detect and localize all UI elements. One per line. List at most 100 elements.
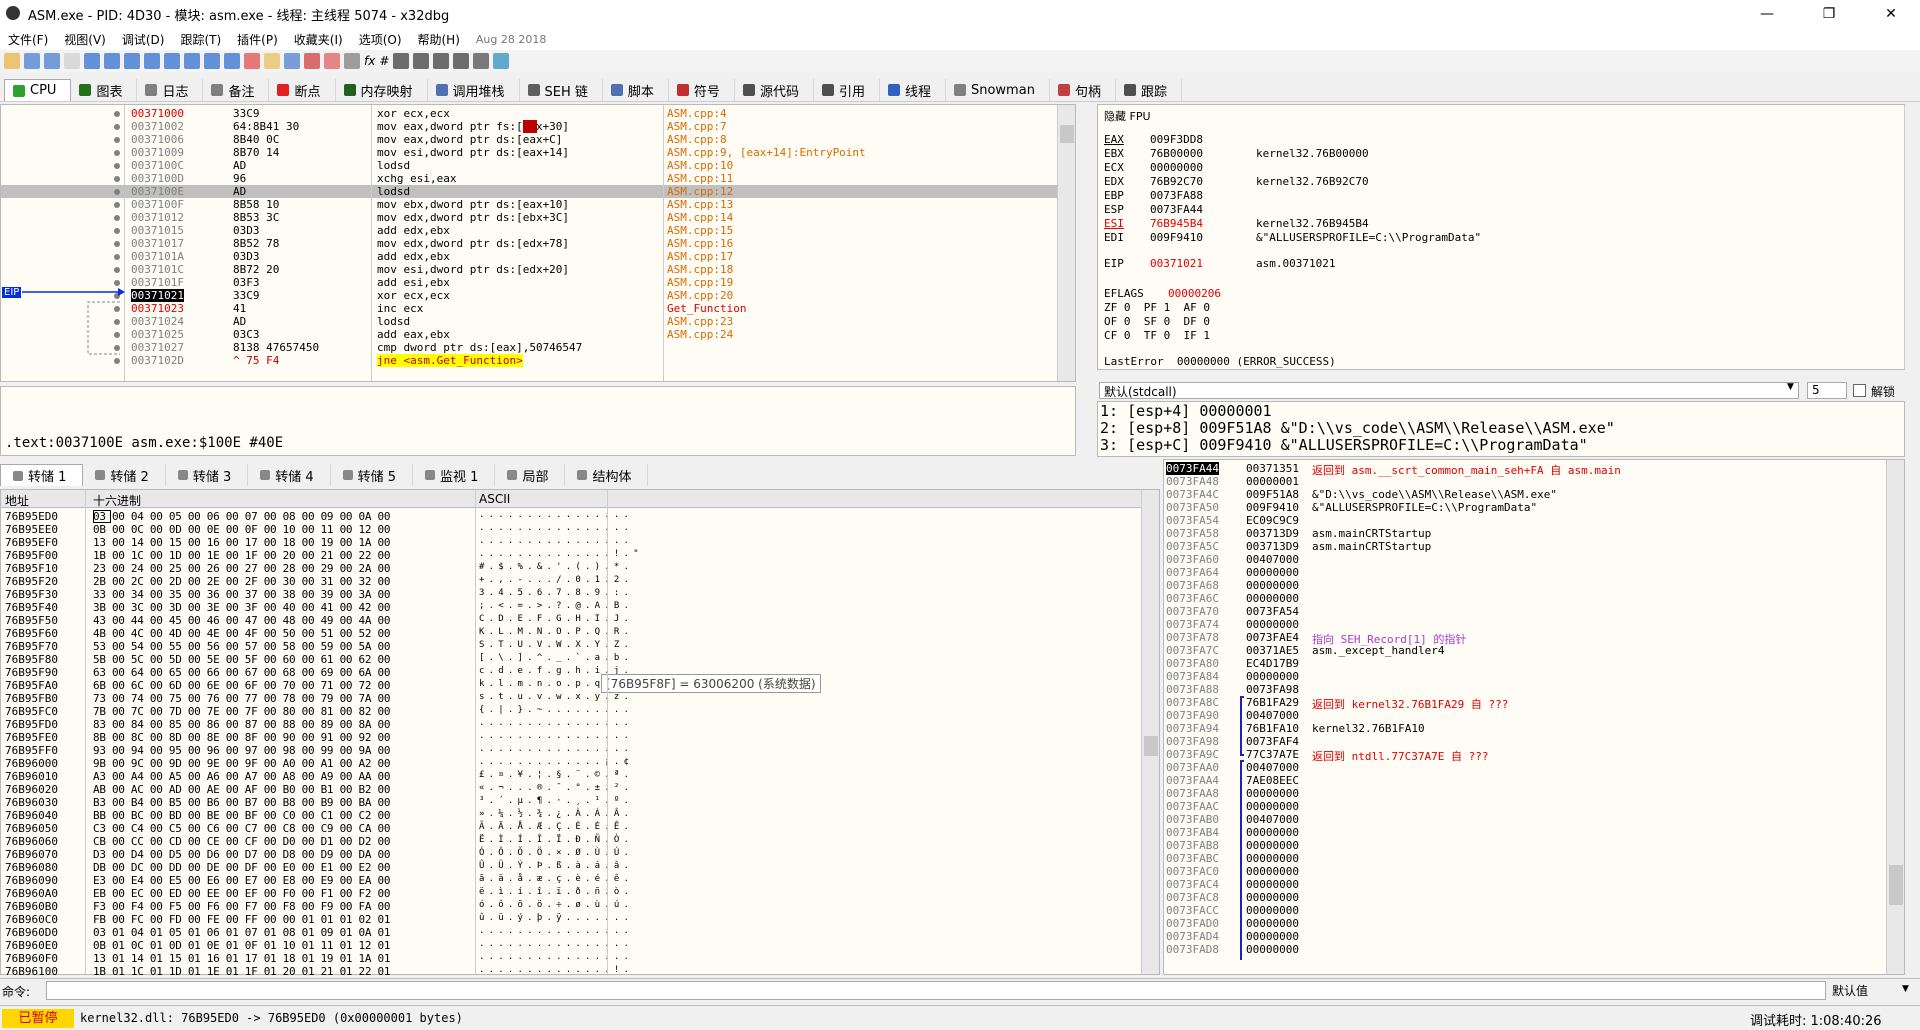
register-name[interactable]: EBP xyxy=(1104,189,1124,202)
stack-address[interactable]: 0073FAD0 xyxy=(1166,917,1219,930)
dump-ascii[interactable]: . . . . . . . . . . . . . . . . xyxy=(479,523,629,536)
stack-value[interactable]: 00407000 xyxy=(1246,813,1299,826)
dump-hex[interactable]: 43 00 44 00 45 00 46 00 47 00 48 00 49 0… xyxy=(93,614,390,627)
stack-address[interactable]: 0073FA74 xyxy=(1166,618,1219,631)
tab-threads[interactable]: 线程 xyxy=(880,79,946,101)
register-value[interactable]: 009F9410 xyxy=(1150,231,1203,244)
dump-hex[interactable]: 5B 00 5C 00 5D 00 5E 00 5F 00 60 00 61 0… xyxy=(93,653,390,666)
register-value[interactable]: 0073FA44 xyxy=(1150,203,1203,216)
dump-ascii[interactable]: Ó . Ô . Õ . Ö . × . Ø . Ù . Ú . xyxy=(479,848,629,861)
disassembly-scroll-thumb[interactable] xyxy=(1060,125,1074,143)
dump-address[interactable]: 76B95EE0 xyxy=(5,523,58,536)
tab-dump-5[interactable]: 转储 5 xyxy=(331,464,414,486)
breakpoint-bullet-icon[interactable] xyxy=(114,254,120,260)
stack-address[interactable]: 0073FAAC xyxy=(1166,800,1219,813)
disasm-row[interactable]: 00371009 8B70 14 mov esi,dword ptr ds:[eax… xyxy=(1,146,1057,159)
breakpoint-bullet-icon[interactable] xyxy=(114,111,120,117)
stack-address[interactable]: 0073FA4C xyxy=(1166,488,1219,501)
stack-address[interactable]: 0073FA58 xyxy=(1166,527,1219,540)
stack-address[interactable]: 0073FAC8 xyxy=(1166,891,1219,904)
registers-scrollbar[interactable] xyxy=(1904,105,1905,369)
dump-address[interactable]: 76B95F90 xyxy=(5,666,58,679)
dump-ascii[interactable]: K . L . M . N . O . P . Q . R . xyxy=(479,627,629,640)
register-value[interactable]: 00000206 xyxy=(1168,287,1221,300)
dump-scrollbar[interactable] xyxy=(1141,490,1159,974)
dump-hex[interactable]: B3 00 B4 00 B5 00 B6 00 B7 00 B8 00 B9 0… xyxy=(93,796,390,809)
toolbar-button-icon[interactable] xyxy=(244,53,260,69)
arg-row[interactable]: 3: [esp+C] 009F9410 &"ALLUSERSPROFILE=C:… xyxy=(1100,436,1588,454)
toolbar-button-icon[interactable] xyxy=(344,53,360,69)
stack-value[interactable]: 00000000 xyxy=(1246,670,1299,683)
dump-hex[interactable]: 13 01 14 01 15 01 16 01 17 01 18 01 19 0… xyxy=(93,952,390,965)
stack-address[interactable]: 0073FAC4 xyxy=(1166,878,1219,891)
toolbar-button-icon[interactable] xyxy=(413,53,430,69)
disasm-row[interactable]: 00371024 AD lodsd ASM.cpp:23 xyxy=(1,315,1057,328)
toolbar-button-icon[interactable] xyxy=(324,53,340,69)
stack-value[interactable]: 00000000 xyxy=(1246,579,1299,592)
tab-watch[interactable]: 监视 1 xyxy=(413,464,496,486)
toolbar-button-icon[interactable] xyxy=(204,53,220,69)
toolbar-button-icon[interactable] xyxy=(184,53,200,69)
dump-hex[interactable]: EB 00 EC 00 ED 00 EE 00 EF 00 F0 00 F1 0… xyxy=(93,887,390,900)
stack-address[interactable]: 0073FA68 xyxy=(1166,579,1219,592)
register-value[interactable]: 76B00000 xyxy=(1150,147,1203,160)
tab-struct[interactable]: 结构体 xyxy=(565,464,649,486)
dump-hex[interactable]: 9B 00 9C 00 9D 00 9E 00 9F 00 A0 00 A1 0… xyxy=(93,757,390,770)
stack-value[interactable]: 00000000 xyxy=(1246,826,1299,839)
dump-ascii[interactable]: [ . \ . ] . ^ . _ . ` . a . b . xyxy=(479,653,629,666)
breakpoint-bullet-icon[interactable] xyxy=(114,150,120,156)
dump-ascii[interactable]: £ . ¤ . ¥ . ¦ . § . ¨ . © . ª . xyxy=(479,770,629,783)
stack-value[interactable]: 0073FAE4 xyxy=(1246,631,1299,644)
stack-address[interactable]: 0073FA6C xyxy=(1166,592,1219,605)
stack-panel[interactable]: 0073FA44 00371351 返回到 asm.__scrt_common_ma… xyxy=(1163,459,1905,975)
dump-ascii[interactable]: . . . . . . . . . . . . . . . . xyxy=(479,536,629,549)
dump-address[interactable]: 76B95FF0 xyxy=(5,744,58,757)
register-value[interactable]: 00000000 xyxy=(1150,161,1203,174)
stack-address[interactable]: 0073FACC xyxy=(1166,904,1219,917)
stack-value[interactable]: EC09C9C9 xyxy=(1246,514,1299,527)
dump-scroll-thumb[interactable] xyxy=(1144,736,1158,756)
dump-address[interactable]: 76B95FB0 xyxy=(5,692,58,705)
stack-value[interactable]: 00000001 xyxy=(1246,475,1299,488)
toolbar-button-icon[interactable] xyxy=(164,53,180,69)
tab-cpu[interactable]: CPU xyxy=(4,79,72,101)
stack-value[interactable]: 00000000 xyxy=(1246,943,1299,956)
dump-hex[interactable]: 4B 00 4C 00 4D 00 4E 00 4F 00 50 00 51 0… xyxy=(93,627,390,640)
stack-address[interactable]: 0073FA60 xyxy=(1166,553,1219,566)
stack-value[interactable]: 009F51A8 xyxy=(1246,488,1299,501)
dump-address[interactable]: 76B96000 xyxy=(5,757,58,770)
stack-value[interactable]: 7AE08EEC xyxy=(1246,774,1299,787)
stack-address[interactable]: 0073FA80 xyxy=(1166,657,1219,670)
disasm-row[interactable]: 00371017 8B52 78 mov edx,dword ptr ds:[edx… xyxy=(1,237,1057,250)
dump-hex[interactable]: AB 00 AC 00 AD 00 AE 00 AF 00 B0 00 B1 0… xyxy=(93,783,390,796)
tab-graph[interactable]: 图表 xyxy=(71,79,138,101)
dump-address[interactable]: 76B95FC0 xyxy=(5,705,58,718)
dump-address[interactable]: 76B95F20 xyxy=(5,575,58,588)
tab-dump-2[interactable]: 转储 2 xyxy=(83,464,166,486)
dump-hex[interactable]: 1B 00 1C 00 1D 00 1E 00 1F 00 20 00 21 0… xyxy=(93,549,390,562)
tab-seh[interactable]: SEH 链 xyxy=(520,79,603,101)
tab-script[interactable]: 脚本 xyxy=(603,79,669,101)
disasm-row[interactable]: 0037100E AD lodsd ASM.cpp:12 xyxy=(1,185,1057,198)
disasm-row[interactable]: 00371000 33C9 xor ecx,ecx ASM.cpp:4 xyxy=(1,107,1057,120)
register-value[interactable]: 0073FA88 xyxy=(1150,189,1203,202)
dump-ascii[interactable]: ³ . ´ . µ . ¶ . · . ¸ . ¹ . º . xyxy=(479,796,629,809)
menu-options[interactable]: 选项(O) xyxy=(351,31,410,48)
tab-source[interactable]: 源代码 xyxy=(735,79,814,101)
stack-address[interactable]: 0073FA48 xyxy=(1166,475,1219,488)
dump-ascii[interactable]: Û . Ü . Ý . Þ . ß . à . á . â . xyxy=(479,861,629,874)
dump-hex[interactable]: 0B 00 0C 00 0D 00 0E 00 0F 00 10 00 11 0… xyxy=(93,523,390,536)
dump-hex[interactable]: A3 00 A4 00 A5 00 A6 00 A7 00 A8 00 A9 0… xyxy=(93,770,390,783)
stack-address[interactable]: 0073FA70 xyxy=(1166,605,1219,618)
stack-value[interactable]: 00407000 xyxy=(1246,553,1299,566)
register-name[interactable]: EBX xyxy=(1104,147,1124,160)
tab-dump-1[interactable]: 转储 1 xyxy=(0,464,84,486)
menu-debug[interactable]: 调试(D) xyxy=(114,31,173,48)
arg-row[interactable]: 2: [esp+8] 009F51A8 &"D:\\vs_code\\ASM\\… xyxy=(1100,419,1615,437)
dump-ascii[interactable]: # . $ . % . & . ' . ( . ) . * . xyxy=(479,562,629,575)
dump-ascii[interactable]: . . . . . . . . . . . . . . . . xyxy=(479,926,629,939)
stack-value[interactable]: 0073FA98 xyxy=(1246,683,1299,696)
dump-hex[interactable]: C3 00 C4 00 C5 00 C6 00 C7 00 C8 00 C9 0… xyxy=(93,822,390,835)
stack-value[interactable]: 003713D9 xyxy=(1246,540,1299,553)
dump-hex[interactable]: 53 00 54 00 55 00 56 00 57 00 58 00 59 0… xyxy=(93,640,390,653)
